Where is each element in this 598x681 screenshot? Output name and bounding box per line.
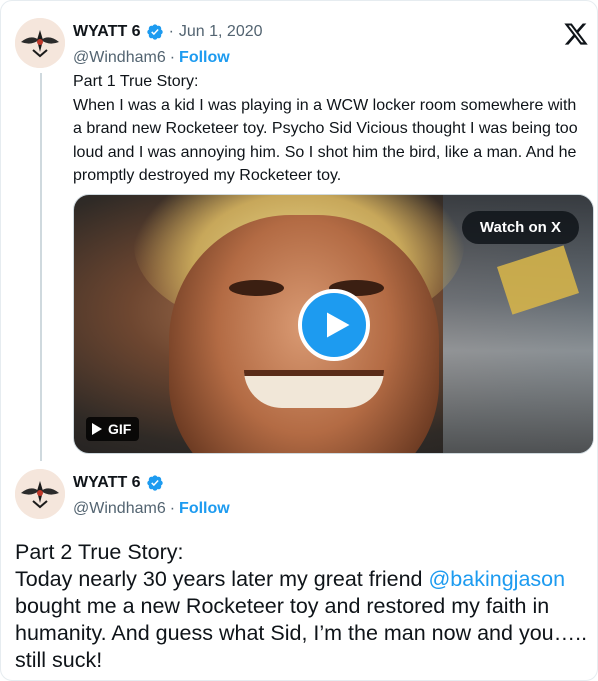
thread-connector-line <box>40 73 42 461</box>
follow-button[interactable]: Follow <box>179 49 230 67</box>
avatar-logo-icon <box>15 469 65 519</box>
tweet2-handle-row: @Windham6 · Follow <box>73 500 230 518</box>
tweet1-body: Part 1 True Story: When I was a kid I wa… <box>73 70 589 188</box>
avatar-logo-icon <box>15 18 65 68</box>
tweet2-text-before-mention: Today nearly 30 years later my great fri… <box>15 567 429 591</box>
embedded-tweet-card: WYATT 6 · Jun 1, 2020 @Windham6 · Follow… <box>0 0 598 681</box>
separator: · <box>169 500 176 517</box>
play-icon <box>326 312 349 338</box>
play-button[interactable] <box>298 289 370 361</box>
verified-badge-icon <box>146 474 164 492</box>
tweet2-line: Today nearly 30 years later my great fri… <box>15 566 595 674</box>
tweet-date[interactable]: Jun 1, 2020 <box>179 23 263 41</box>
follow-button[interactable]: Follow <box>179 500 230 518</box>
gif-label: GIF <box>108 421 132 437</box>
tweet1-media-gif[interactable]: Watch on X GIF <box>73 194 594 454</box>
tweet2-author-row: WYATT 6 <box>73 474 164 492</box>
author-handle[interactable]: @Windham6 <box>73 49 166 67</box>
separator: · <box>168 23 174 40</box>
avatar[interactable] <box>15 469 65 519</box>
tweet2-text-after-mention: bought me a new Rocketeer toy and restor… <box>15 594 588 672</box>
tweet1-handle-row: @Windham6 · Follow <box>73 49 230 67</box>
gif-badge: GIF <box>86 417 140 441</box>
tweet1-line: When I was a kid I was playing in a WCW … <box>73 96 578 185</box>
tweet2-body: Part 2 True Story: Today nearly 30 years… <box>15 539 595 674</box>
tweet2-line: Part 2 True Story: <box>15 540 184 564</box>
watch-on-x-button[interactable]: Watch on X <box>461 211 579 244</box>
play-small-icon <box>92 423 102 435</box>
tweet1-author-row: WYATT 6 · Jun 1, 2020 <box>73 23 263 41</box>
tweet1-line: Part 1 True Story: <box>73 73 199 90</box>
media-mouth-shape <box>244 370 384 408</box>
mention-link[interactable]: @bakingjason <box>428 567 565 591</box>
author-handle[interactable]: @Windham6 <box>73 500 166 518</box>
x-logo-icon[interactable] <box>563 21 589 47</box>
author-name[interactable]: WYATT 6 <box>73 474 141 492</box>
separator: · <box>169 49 176 66</box>
author-name[interactable]: WYATT 6 <box>73 23 141 41</box>
media-eye-shape <box>229 280 284 296</box>
verified-badge-icon <box>146 23 164 41</box>
avatar[interactable] <box>15 18 65 68</box>
